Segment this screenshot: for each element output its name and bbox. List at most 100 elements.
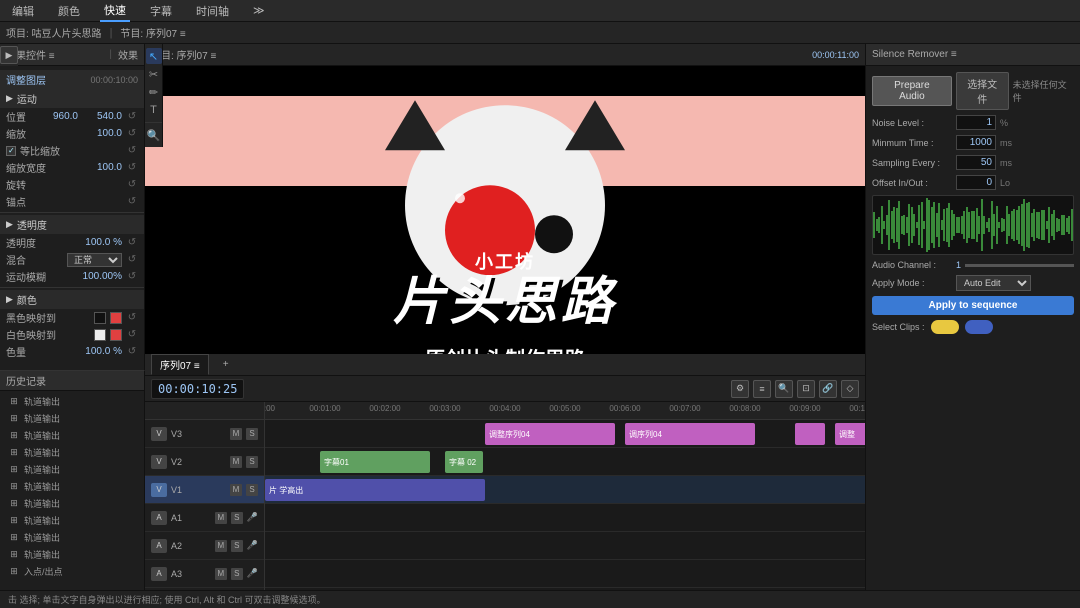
list-item[interactable]: ⊞ 轨道输出 <box>0 461 144 478</box>
tl-snap[interactable]: ⊡ <box>797 380 815 398</box>
motionblur-reset[interactable]: ↺ <box>126 271 138 283</box>
menu-edit[interactable]: 编辑 <box>8 1 38 21</box>
opacity-reset[interactable]: ↺ <box>126 237 138 249</box>
v2-toggle[interactable]: M <box>230 456 242 468</box>
tool-zoom[interactable]: 🔍 <box>146 127 162 143</box>
list-item[interactable]: ⊞ 轨道输出 <box>0 495 144 512</box>
motion-section[interactable]: ▶ 运动 <box>0 89 144 108</box>
list-item[interactable]: ⊞ 轨道输出 <box>0 512 144 529</box>
position-y[interactable]: 540.0 <box>82 111 122 122</box>
opacity-section[interactable]: ▶ 透明度 <box>0 215 144 234</box>
a1-mute[interactable]: M <box>215 512 227 524</box>
v3-solo[interactable]: S <box>246 428 258 440</box>
clip-v3-3[interactable] <box>795 423 825 445</box>
preview-canvas: 小工坊 片头思路 原创片头制作思路 <box>145 66 865 354</box>
a1-solo[interactable]: S <box>231 512 243 524</box>
tool-pen[interactable]: ✏ <box>146 84 162 100</box>
track-label-v3: V V3 M S <box>145 420 264 448</box>
white-reset[interactable]: ↺ <box>126 329 138 341</box>
menu-captions[interactable]: 字幕 <box>146 1 176 21</box>
v1-solo[interactable]: S <box>246 484 258 496</box>
rotation-value[interactable]: 100.0 <box>82 162 122 173</box>
offset-input[interactable] <box>956 175 996 190</box>
a2-solo[interactable]: S <box>231 540 243 552</box>
list-item[interactable]: ⊞ 轨道输出 <box>0 529 144 546</box>
list-item[interactable]: ⊞ 入点/出点 <box>0 563 144 580</box>
menu-more[interactable]: ≫ <box>249 2 269 19</box>
clip-v2-2[interactable]: 字幕 02 <box>445 451 483 473</box>
clip-yellow-btn[interactable] <box>931 320 959 334</box>
rotation-row: 缩放宽度 100.0 ↺ <box>0 159 144 176</box>
audio-channel-slider[interactable] <box>965 264 1074 267</box>
tl-link[interactable]: 🔗 <box>819 380 837 398</box>
clip-blue-btn[interactable] <box>965 320 993 334</box>
clip-v3-2[interactable]: 调序列04 <box>625 423 755 445</box>
blend-mode-select[interactable]: 正常 <box>67 253 122 267</box>
menu-color[interactable]: 颜色 <box>54 1 84 21</box>
scale-width-checkbox[interactable] <box>6 146 16 156</box>
menu-quick[interactable]: 快速 <box>100 0 130 22</box>
a3-mute[interactable]: M <box>215 568 227 580</box>
tool-text[interactable]: T <box>146 102 162 118</box>
motionblur-value[interactable]: 100.00% <box>82 271 122 282</box>
list-item[interactable]: ⊞ 轨道输出 <box>0 427 144 444</box>
black-color-alt[interactable] <box>110 312 122 324</box>
white-color-swatch[interactable] <box>94 329 106 341</box>
overlay-text-sub: 原创片头制作思路 <box>425 343 585 354</box>
white-color-alt[interactable] <box>110 329 122 341</box>
v2-solo[interactable]: S <box>246 456 258 468</box>
scale-value[interactable]: 100.0 <box>82 128 122 139</box>
a3-solo[interactable]: S <box>231 568 243 580</box>
black-color-swatch[interactable] <box>94 312 106 324</box>
tl-zoom-in[interactable]: 🔍 <box>775 380 793 398</box>
v3-toggle[interactable]: M <box>230 428 242 440</box>
min-time-input[interactable] <box>956 135 996 150</box>
tl-tool-arrow[interactable]: ▶ <box>0 46 18 64</box>
blend-reset[interactable]: ↺ <box>126 254 138 266</box>
v1-icon: V <box>151 483 167 497</box>
clip-v2-1[interactable]: 字幕01 <box>320 451 430 473</box>
list-item[interactable]: ⊞ 轨道输出 <box>0 444 144 461</box>
scale-reset[interactable]: ↺ <box>126 128 138 140</box>
scale-width-reset[interactable]: ↺ <box>126 145 138 157</box>
gamma-value[interactable]: 100.0 % <box>82 346 122 357</box>
second-bar: 项目: 咕豆人片头思路 | 节目: 序列07 ≡ <box>0 22 1080 44</box>
clip-v3-1[interactable]: 调整序列04 <box>485 423 615 445</box>
list-item[interactable]: ⊞ 轨道输出 <box>0 546 144 563</box>
timeline-sequence-tab[interactable]: 序列07 ≡ <box>151 354 209 375</box>
rotation-reset[interactable]: ↺ <box>126 162 138 174</box>
prepare-audio-button[interactable]: Prepare Audio <box>872 76 952 106</box>
a3-name: A3 <box>171 569 211 579</box>
position-x[interactable]: 960.0 <box>38 111 78 122</box>
opacity-value[interactable]: 100.0 % <box>82 237 122 248</box>
a2-mute[interactable]: M <box>215 540 227 552</box>
anchor-reset[interactable]: ↺ <box>126 179 138 191</box>
tool-razor[interactable]: ✂ <box>146 66 162 82</box>
tool-selection[interactable]: ↖ <box>146 48 162 64</box>
tl-add-marker[interactable]: ◇ <box>841 380 859 398</box>
list-item[interactable]: ⊞ 轨道输出 <box>0 478 144 495</box>
clip-v1-1[interactable]: 片 学高出 <box>265 479 485 501</box>
position-label: 位置 <box>6 109 34 124</box>
timeline-timecode[interactable]: 00:00:10:25 <box>151 379 244 399</box>
v1-toggle[interactable]: M <box>230 484 242 496</box>
audio-channel-value[interactable]: 1 <box>956 260 961 270</box>
sampling-input[interactable] <box>956 155 996 170</box>
tl-settings-btn[interactable]: ≡ <box>753 380 771 398</box>
effects-tab[interactable]: 效果 <box>118 47 138 62</box>
apply-to-sequence-button[interactable]: Apply to sequence <box>872 296 1074 315</box>
list-item[interactable]: ⊞ 轨道输出 <box>0 393 144 410</box>
gamma-reset[interactable]: ↺ <box>126 346 138 358</box>
clip-v3-4[interactable]: 调整 <box>835 423 865 445</box>
flicker-reset[interactable]: ↺ <box>126 196 138 208</box>
color-section[interactable]: ▶ 颜色 <box>0 290 144 309</box>
hist-icon-5: ⊞ <box>8 481 20 493</box>
menu-timeline[interactable]: 时间轴 <box>192 1 233 21</box>
noise-level-input[interactable] <box>956 115 996 130</box>
list-item[interactable]: ⊞ 轨道输出 <box>0 410 144 427</box>
apply-mode-select[interactable]: Auto Edit <box>956 275 1031 291</box>
black-reset[interactable]: ↺ <box>126 312 138 324</box>
tl-nest-btn[interactable]: ⚙ <box>731 380 749 398</box>
position-reset[interactable]: ↺ <box>126 111 138 123</box>
select-file-button[interactable]: 选择文件 <box>956 72 1009 110</box>
